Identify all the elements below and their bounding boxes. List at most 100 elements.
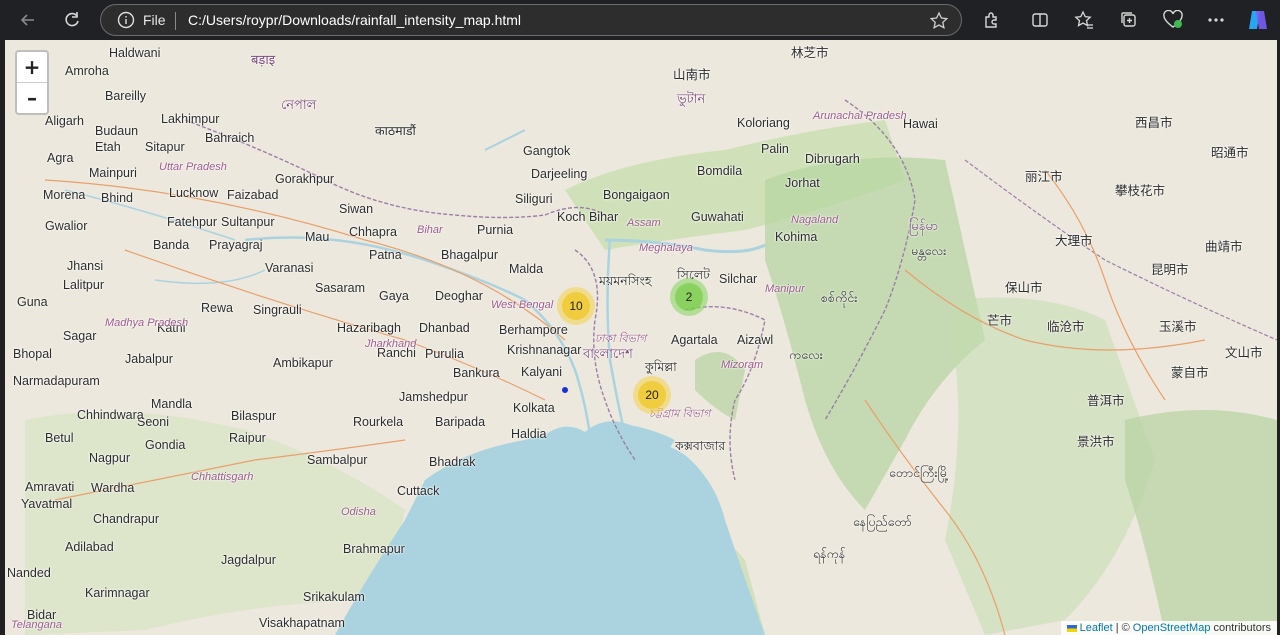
browser-essentials-button[interactable] [1159,6,1187,34]
place-label: Faizabad [227,188,279,202]
place-label: Karimnagar [85,586,150,600]
back-button[interactable] [14,6,42,34]
place-label: Rourkela [353,415,404,429]
place-label: Fatehpur [167,215,218,229]
place-label-native: ကလေး [789,348,823,362]
zoom-in-button[interactable]: + [17,52,47,83]
favorites-button[interactable] [1070,6,1098,34]
place-label-native: बड़ाइ [251,52,276,67]
extensions-button[interactable] [978,6,1006,34]
place-label: Bhopal [13,347,52,361]
region-label: Jharkhand [365,338,417,350]
url-text[interactable]: C:/Users/roypr/Downloads/rainfall_intens… [188,12,521,28]
place-label-native: 昭通市 [1211,146,1249,160]
place-label: Bongaigaon [603,188,670,202]
browser-toolbar: File C:/Users/roypr/Downloads/rainfall_i… [0,0,1280,40]
zoom-out-button[interactable]: – [17,83,47,113]
place-label: Haldwani [109,46,161,60]
region-label: Meghalaya [639,242,693,254]
place-label-native: မြန်မာ [909,218,939,233]
place-label-native: 玉溪市 [1159,320,1197,334]
place-label: Jabalpur [125,352,173,366]
place-label: Wardha [91,481,135,495]
region-label: Assam [627,217,661,229]
place-label-native: 蒙自市 [1171,366,1209,380]
osm-link[interactable]: OpenStreetMap [1133,622,1211,634]
place-label: Chhindwara [77,408,144,422]
copilot-icon [1249,11,1267,29]
leaflet-flag-icon [1066,624,1077,632]
place-label: Lucknow [169,186,219,200]
attribution-sep: | © [1115,622,1130,634]
place-label: Agra [47,151,74,165]
place-label: Jhansi [67,259,104,273]
place-label: Kohima [775,230,818,244]
collections-icon [1121,12,1136,27]
settings-more-button[interactable] [1202,6,1230,34]
place-label: Deoghar [435,289,483,303]
place-label: Baripada [435,415,486,429]
split-screen-icon [1032,13,1048,27]
place-label: Sitapur [145,140,185,154]
place-label-native: 普洱市 [1087,394,1125,408]
place-label: Berhampore [499,323,568,337]
place-label: Bahraich [205,131,255,145]
place-label: Brahmapur [343,542,405,556]
place-label: Gwalior [45,219,88,233]
place-label: Amroha [65,64,109,78]
reload-icon [65,12,79,27]
region-label: Mizoram [721,359,764,371]
place-label: Nagpur [89,451,130,465]
place-label: Silchar [719,272,758,286]
place-label: Bareilly [105,89,146,103]
place-label-native: 山南市 [673,68,711,82]
place-label-native: စစ်ကိုင်း [821,291,858,305]
back-arrow-icon [20,14,34,26]
marker-cluster-count: 2 [675,283,703,311]
region-label: Bihar [417,224,443,236]
place-label-native: 攀枝花市 [1115,184,1166,198]
leaflet-map[interactable]: Haldwani Amroha Bareilly Aligarh Budaun … [5,40,1277,635]
address-bar[interactable]: File C:/Users/roypr/Downloads/rainfall_i… [100,4,962,36]
place-label: Mainpuri [89,166,137,180]
place-label: Malda [509,262,544,276]
place-label: Varanasi [265,261,314,275]
place-label-native: မန္တလေး [911,244,947,258]
place-label: Srikakulam [303,590,365,604]
split-screen-button[interactable] [1026,6,1054,34]
place-label: Raipur [229,431,266,445]
marker-cluster[interactable]: 10 [557,287,595,325]
marker-cluster[interactable]: 20 [633,376,671,414]
place-label: Agartala [671,333,718,347]
place-label: Morena [43,188,86,202]
place-label: Adilabad [65,540,114,554]
place-label: Sagar [63,329,97,343]
copilot-button[interactable] [1244,6,1272,34]
leaflet-link[interactable]: Leaflet [1080,622,1113,634]
place-label: Chandrapur [93,512,160,526]
favorite-star-icon[interactable] [929,11,949,31]
place-label: Singrauli [253,303,302,317]
place-label-native: 保山市 [1005,281,1043,295]
place-label: Krishnanagar [507,343,582,357]
place-label: Purulia [425,347,464,361]
marker-cluster[interactable]: 2 [670,278,708,316]
collections-button[interactable] [1115,6,1143,34]
place-label: Mandla [151,397,192,411]
reload-button[interactable] [58,6,86,34]
place-label-native: နေပြည်တော် [853,515,912,529]
place-label: Jorhat [785,176,820,190]
info-icon[interactable] [117,11,135,29]
place-label-native: တောင်ကြီးမြို့ [889,466,949,480]
region-label: Manipur [765,283,805,295]
region-label: Arunachal Pradesh [813,110,907,122]
favorites-icon [1074,10,1093,29]
place-label-native: 大理市 [1055,234,1093,248]
file-scheme-label: File [143,12,166,28]
place-label: Hazaribagh [337,321,401,335]
region-label: Madhya Pradesh [105,317,189,329]
region-label: West Bengal [491,299,554,311]
place-label: Lakhimpur [161,112,220,126]
heartbeat-icon [1163,10,1183,28]
place-label-native: 芒市 [987,314,1013,328]
